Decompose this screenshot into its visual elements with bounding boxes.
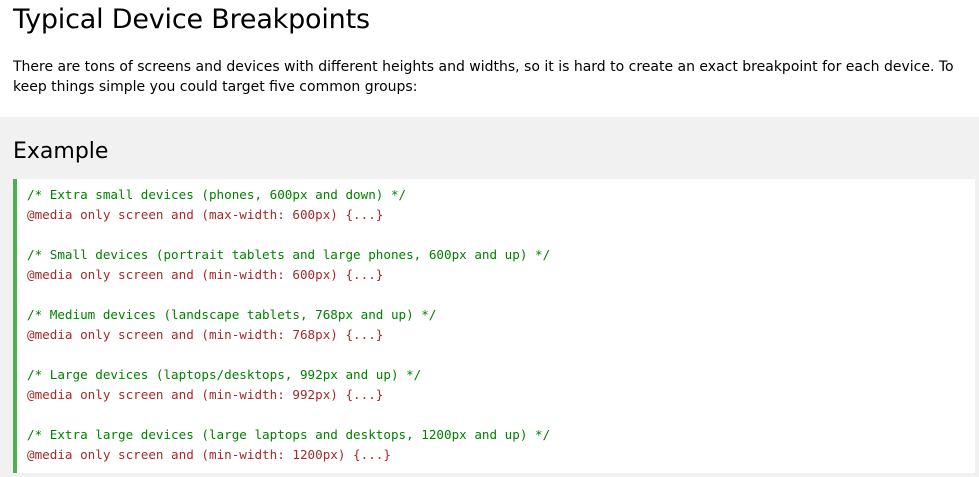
page-title: Typical Device Breakpoints [13, 4, 370, 35]
code-group: /* Extra large devices (large laptops an… [27, 425, 975, 465]
intro-paragraph: There are tons of screens and devices wi… [13, 59, 954, 95]
code-comment: /* Extra large devices (large laptops an… [27, 427, 551, 442]
code-block: /* Extra small devices (phones, 600px an… [13, 179, 975, 473]
example-heading: Example [13, 139, 109, 164]
code-media-rule: @media only screen and (min-width: 1200p… [27, 447, 391, 462]
code-media-rule: @media only screen and (min-width: 992px… [27, 387, 384, 402]
code-comment: /* Small devices (portrait tablets and l… [27, 247, 551, 262]
code-group: /* Medium devices (landscape tablets, 76… [27, 305, 975, 345]
code-comment: /* Large devices (laptops/desktops, 992p… [27, 367, 422, 382]
code-comment: /* Medium devices (landscape tablets, 76… [27, 307, 437, 322]
code-group: /* Small devices (portrait tablets and l… [27, 245, 975, 285]
code-media-rule: @media only screen and (min-width: 768px… [27, 327, 384, 342]
code-comment: /* Extra small devices (phones, 600px an… [27, 187, 407, 202]
code-media-rule: @media only screen and (max-width: 600px… [27, 207, 384, 222]
code-media-rule: @media only screen and (min-width: 600px… [27, 267, 384, 282]
code-group: /* Extra small devices (phones, 600px an… [27, 185, 975, 225]
code-group: /* Large devices (laptops/desktops, 992p… [27, 365, 975, 405]
example-box: Example /* Extra small devices (phones, … [0, 117, 979, 477]
